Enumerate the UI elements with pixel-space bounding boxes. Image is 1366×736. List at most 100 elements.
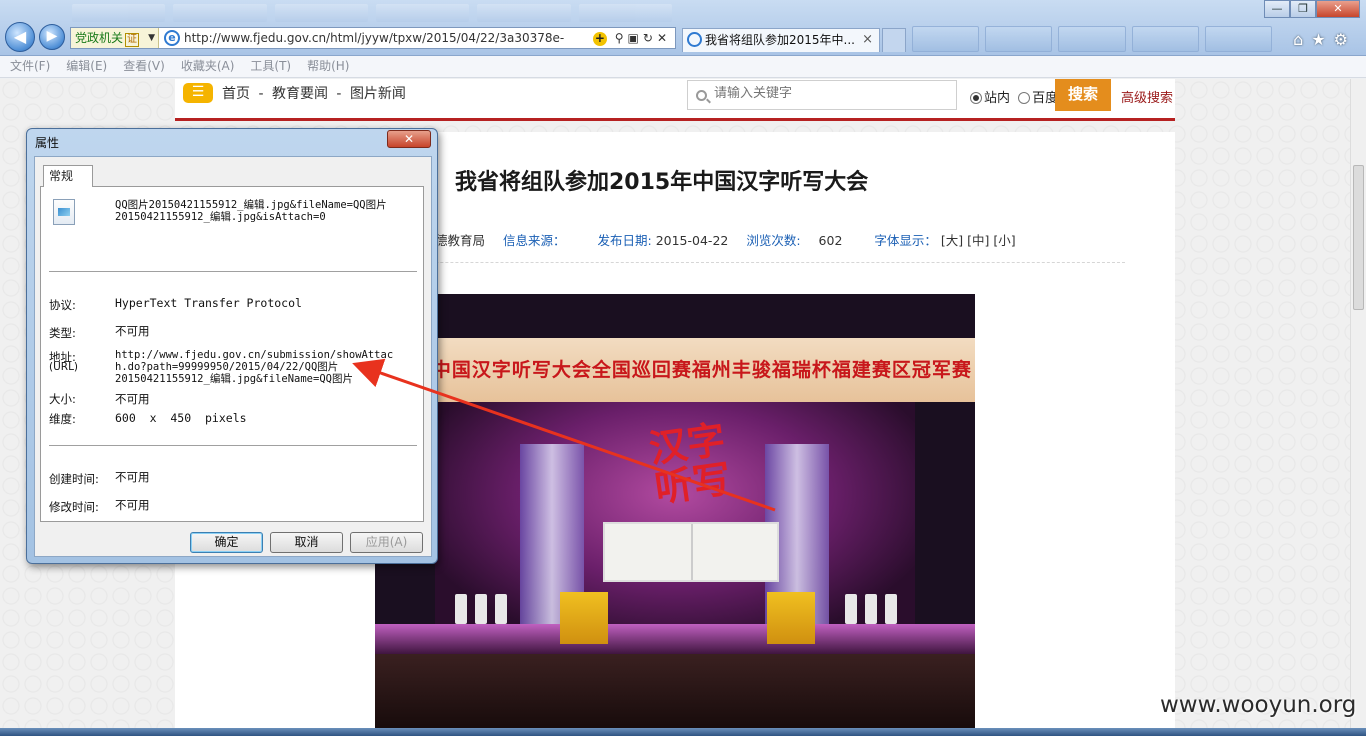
- stage-chair: [495, 594, 507, 624]
- tab-general[interactable]: 常规: [43, 165, 93, 187]
- created-value: 不可用: [115, 470, 150, 484]
- author-text: 德教育局: [435, 233, 486, 248]
- stop-icon[interactable]: ✕: [657, 31, 671, 45]
- search-icon: [696, 90, 707, 101]
- new-tab-button[interactable]: [882, 28, 906, 52]
- add-favorite-icon[interactable]: +: [592, 32, 607, 46]
- list-menu-icon[interactable]: ☰: [183, 83, 213, 103]
- protocol-value: HyperText Transfer Protocol: [115, 296, 302, 310]
- site-header: ☰ 首页 - 教育要闻 - 图片新闻 站内 百度 搜索 高级搜索: [175, 79, 1175, 121]
- breadcrumb-separator: -: [258, 86, 264, 102]
- restore-button[interactable]: ❐: [1290, 0, 1316, 18]
- site-label-text: 党政机关: [75, 31, 124, 45]
- address-tools: + ⚲▣↻✕: [592, 28, 671, 48]
- refresh-icon[interactable]: ↻: [643, 31, 657, 45]
- dialog-body: 常规 QQ图片20150421155912_编辑.jpg&fileName=QQ…: [34, 156, 432, 557]
- home-favorites-settings-icons[interactable]: ⌂★⚙: [1293, 30, 1356, 49]
- photo-banner-text: 2015中国汉字听写大会全国巡回赛福州丰骏福瑞杯福建赛区冠军赛: [375, 338, 975, 402]
- cancel-button[interactable]: 取消: [270, 532, 343, 553]
- menu-view[interactable]: 查看(V): [123, 56, 173, 77]
- chevron-down-icon[interactable]: ▼: [148, 28, 155, 48]
- url-text[interactable]: http://www.fjedu.gov.cn/html/jyyw/tpxw/2…: [184, 28, 564, 48]
- protocol-label: 协议:: [49, 298, 76, 312]
- size-value: 不可用: [115, 392, 150, 406]
- tab-close-icon[interactable]: ×: [862, 29, 873, 51]
- ie-icon: [687, 32, 702, 47]
- watermark-text: www.wooyun.org: [1160, 692, 1357, 718]
- breadcrumb-photo-news[interactable]: 图片新闻: [350, 86, 406, 102]
- menu-bar: 文件(F) 编辑(E) 查看(V) 收藏夹(A) 工具(T) 帮助(H): [0, 56, 1366, 78]
- dimensions-label: 维度:: [49, 412, 76, 426]
- search-box: [687, 80, 957, 110]
- browser-titlebar: ◀ ▶ 党政机关证 ▼ e http://www.fjedu.gov.cn/ht…: [0, 0, 1366, 56]
- image-file-icon: [53, 199, 75, 225]
- views-value: 602: [818, 233, 843, 248]
- font-size-options[interactable]: [大] [中] [小]: [941, 233, 1016, 248]
- modified-value: 不可用: [115, 498, 150, 512]
- search-scope: 站内 百度: [970, 87, 1058, 106]
- date-label: 发布日期:: [597, 233, 652, 248]
- dimensions-value: 600 x 450 pixels: [115, 411, 247, 425]
- window-controls: — ❐ ✕: [1264, 0, 1360, 18]
- advanced-search-link[interactable]: 高级搜索: [1121, 87, 1173, 106]
- site-verification-label[interactable]: 党政机关证 ▼: [71, 28, 159, 48]
- compat-view-icon[interactable]: ▣: [628, 31, 643, 45]
- stage-chair: [885, 594, 897, 624]
- tab-active[interactable]: 我省将组队参加2015年中... ×: [682, 28, 880, 52]
- ok-button[interactable]: 确定: [190, 532, 263, 553]
- forward-button[interactable]: ▶: [39, 24, 65, 50]
- file-name-value: QQ图片20150421155912_编辑.jpg&fileName=QQ图片 …: [115, 199, 387, 223]
- blurred-tab-strip: [912, 26, 1273, 52]
- stage-chair: [455, 594, 467, 624]
- vertical-scrollbar[interactable]: [1350, 79, 1366, 728]
- menu-help[interactable]: 帮助(H): [307, 56, 357, 77]
- stage-chair: [865, 594, 877, 624]
- scope-site-radio[interactable]: [970, 92, 982, 104]
- stage-desk: [767, 592, 815, 644]
- search-button[interactable]: 搜索: [1055, 79, 1111, 111]
- views-label: 浏览次数:: [746, 233, 801, 248]
- font-size-label: 字体显示：: [874, 233, 937, 248]
- close-window-button[interactable]: ✕: [1316, 0, 1360, 18]
- dialog-close-button[interactable]: ✕: [387, 130, 431, 148]
- menu-favorites[interactable]: 收藏夹(A): [181, 56, 243, 77]
- scope-baidu-radio[interactable]: [1018, 92, 1031, 104]
- stage-logo-image: 汉字 听写: [646, 417, 734, 511]
- type-label: 类型:: [49, 326, 76, 340]
- minimize-button[interactable]: —: [1264, 0, 1290, 18]
- stage-chair: [475, 594, 487, 624]
- stage-chair: [845, 594, 857, 624]
- size-label: 大小:: [49, 392, 76, 406]
- created-label: 创建时间:: [49, 472, 99, 486]
- breadcrumb-separator: -: [336, 86, 342, 102]
- tab-title: 我省将组队参加2015年中...: [705, 33, 855, 47]
- apply-button[interactable]: 应用(A): [350, 532, 423, 553]
- certificate-badge: 证: [125, 33, 140, 47]
- back-button[interactable]: ◀: [5, 22, 35, 52]
- modified-label: 修改时间:: [49, 500, 99, 514]
- breadcrumb-home[interactable]: 首页: [222, 86, 250, 102]
- stage-floor: [375, 624, 975, 654]
- menu-tools[interactable]: 工具(T): [250, 56, 299, 77]
- article-photo[interactable]: 2015中国汉字听写大会全国巡回赛福州丰骏福瑞杯福建赛区冠军赛 汉字 听写: [375, 294, 975, 728]
- breadcrumb-news[interactable]: 教育要闻: [272, 86, 328, 102]
- address-bar[interactable]: 党政机关证 ▼ e http://www.fjedu.gov.cn/html/j…: [70, 27, 676, 49]
- search-icon[interactable]: ⚲: [615, 31, 628, 45]
- article-title: 我省将组队参加2015年中国汉字听写大会: [455, 170, 869, 195]
- address-label-url: (URL): [49, 361, 79, 373]
- blurred-tab-strip: [72, 4, 672, 22]
- scope-site-label: 站内: [984, 91, 1011, 106]
- source-label: 信息来源：: [503, 233, 566, 248]
- taskbar: [0, 728, 1366, 736]
- scroll-thumb[interactable]: [1353, 165, 1364, 310]
- search-input[interactable]: [714, 86, 944, 101]
- address-value[interactable]: http://www.fjedu.gov.cn/submission/showA…: [115, 349, 405, 385]
- type-value: 不可用: [115, 324, 150, 338]
- menu-file[interactable]: 文件(F): [10, 56, 58, 77]
- divider: [49, 445, 417, 446]
- divider: [49, 271, 417, 272]
- date-value: 2015-04-22: [655, 233, 729, 248]
- properties-dialog: 属性 ✕ 常规 QQ图片20150421155912_编辑.jpg&fileNa…: [26, 128, 438, 564]
- article-meta: 德教育局 信息来源： 发布日期: 2015-04-22 浏览次数: 602 字体…: [435, 230, 1016, 249]
- menu-edit[interactable]: 编辑(E): [66, 56, 115, 77]
